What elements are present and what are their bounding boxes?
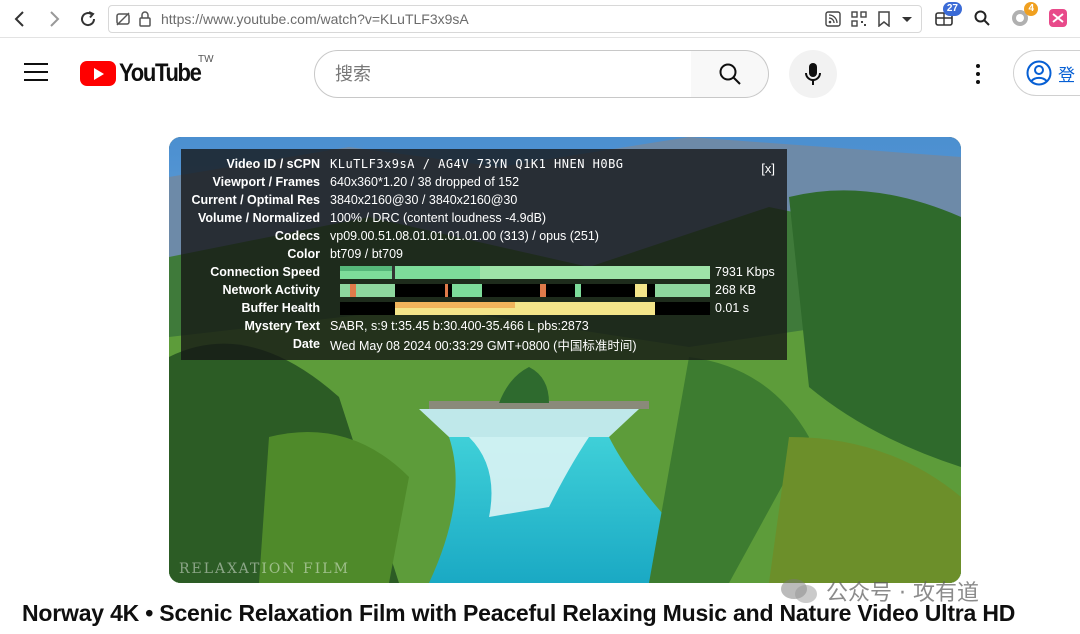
search-icon xyxy=(974,10,990,26)
signin-label: 登 xyxy=(1058,65,1075,86)
stat-label: Video ID / sCPN xyxy=(226,157,320,171)
connection-speed-value: 7931 Kbps xyxy=(715,265,775,279)
signin-button[interactable]: 登 xyxy=(1013,50,1080,96)
youtube-logo[interactable]: YouTube xyxy=(80,59,212,88)
stat-label: Date xyxy=(292,337,320,351)
forward-arrow-icon xyxy=(50,10,60,27)
bookmark-icon[interactable] xyxy=(877,11,891,30)
stat-label: Color xyxy=(287,247,320,261)
account-icon xyxy=(1026,60,1052,86)
back-button[interactable] xyxy=(6,5,34,33)
stat-row-color: Color bt709 / bt709 xyxy=(181,245,787,263)
stat-row-date: Date Wed May 08 2024 00:33:29 GMT+0800 (… xyxy=(181,335,787,353)
search-button[interactable] xyxy=(691,50,769,98)
extension-badge: 27 xyxy=(942,2,962,16)
forward-button[interactable] xyxy=(40,5,68,33)
extension-button-1[interactable]: 27 xyxy=(934,2,962,28)
dropdown-icon[interactable] xyxy=(901,11,913,30)
stat-label: Codecs xyxy=(274,229,320,243)
back-arrow-icon xyxy=(14,10,24,27)
stat-value: KLuTLF3x9sA / AG4V 73YN Q1K1 HNEN H0BG xyxy=(330,157,624,171)
page-watermark-text: 公众号 · 攻有道 xyxy=(826,581,979,606)
stat-label: Current / Optimal Res xyxy=(191,193,321,207)
network-activity-graph xyxy=(340,284,710,297)
qr-code-icon[interactable] xyxy=(851,11,867,30)
stat-value: SABR, s:9 t:35.45 b:30.400-35.466 L pbs:… xyxy=(330,319,589,333)
search-box[interactable] xyxy=(314,50,692,98)
stat-value: 100% / DRC (content loudness -4.9dB) xyxy=(330,211,547,225)
video-watermark: RELAXATION FILM xyxy=(179,561,350,577)
stat-row-volume: Volume / Normalized 100% / DRC (content … xyxy=(181,209,787,227)
stat-row-codecs: Codecs vp09.00.51.08.01.01.01.01.00 (313… xyxy=(181,227,787,245)
voice-search-button[interactable] xyxy=(789,50,837,98)
country-code: TW xyxy=(198,54,214,65)
page-watermark: 公众号 · 攻有道 xyxy=(780,575,979,607)
stat-row-video-id: Video ID / sCPN KLuTLF3x9sA / AG4V 73YN … xyxy=(181,155,787,173)
youtube-header: YouTube TW 登 xyxy=(0,39,1080,107)
address-actions xyxy=(825,11,913,30)
browser-toolbar: https://www.youtube.com/watch?v=KLuTLF3x… xyxy=(0,0,1080,38)
stat-value: Wed May 08 2024 00:33:29 GMT+0800 (中国标准时… xyxy=(330,338,637,353)
stat-value: vp09.00.51.08.01.01.01.01.00 (313) / opu… xyxy=(330,229,599,243)
address-bar[interactable]: https://www.youtube.com/watch?v=KLuTLF3x… xyxy=(108,5,922,33)
stat-row-resolution: Current / Optimal Res 3840x2160@30 / 384… xyxy=(181,191,787,209)
video-player[interactable]: [x] Video ID / sCPN KLuTLF3x9sA / AG4V 7… xyxy=(169,137,961,583)
extension-app-icon xyxy=(1049,9,1067,27)
connection-speed-graph xyxy=(340,266,710,279)
extension-badge: 4 xyxy=(1024,2,1038,16)
lock-icon[interactable] xyxy=(137,11,153,27)
stat-row-mystery-text: Mystery Text SABR, s:9 t:35.45 b:30.400-… xyxy=(181,317,787,335)
more-options-icon[interactable] xyxy=(966,61,990,87)
search-icon xyxy=(719,63,741,85)
stat-label: Viewport / Frames xyxy=(212,175,320,189)
network-activity-value: 268 KB xyxy=(715,283,757,297)
logo-text: YouTube xyxy=(119,59,202,87)
buffer-health-value: 0.01 s xyxy=(715,301,750,315)
stat-label: Volume / Normalized xyxy=(197,211,320,225)
extension-button-3[interactable] xyxy=(1048,8,1068,28)
wechat-icon xyxy=(781,579,817,603)
stat-label: Connection Speed xyxy=(210,265,320,279)
stat-value: 3840x2160@30 / 3840x2160@30 xyxy=(330,193,518,207)
reload-icon xyxy=(81,10,96,26)
stat-label: Buffer Health xyxy=(241,301,320,315)
stats-for-nerds-panel: [x] Video ID / sCPN KLuTLF3x9sA / AG4V 7… xyxy=(181,149,787,360)
reload-button[interactable] xyxy=(74,5,102,33)
stat-value: bt709 / bt709 xyxy=(330,247,403,261)
menu-icon[interactable] xyxy=(24,63,48,81)
extension-button-2[interactable]: 4 xyxy=(1010,2,1038,28)
browser-search-button[interactable] xyxy=(972,8,992,28)
youtube-play-icon xyxy=(80,61,116,86)
rss-icon[interactable] xyxy=(825,11,841,30)
search-input[interactable] xyxy=(335,63,675,85)
microphone-icon xyxy=(805,63,821,85)
tracking-off-icon[interactable] xyxy=(115,11,131,27)
stat-value: 640x360*1.20 / 38 dropped of 152 xyxy=(330,175,520,189)
stat-row-viewport: Viewport / Frames 640x360*1.20 / 38 drop… xyxy=(181,173,787,191)
buffer-health-graph xyxy=(340,302,710,315)
stat-label: Network Activity xyxy=(222,283,320,297)
stat-label: Mystery Text xyxy=(244,319,321,333)
url-text[interactable]: https://www.youtube.com/watch?v=KLuTLF3x… xyxy=(161,11,469,27)
